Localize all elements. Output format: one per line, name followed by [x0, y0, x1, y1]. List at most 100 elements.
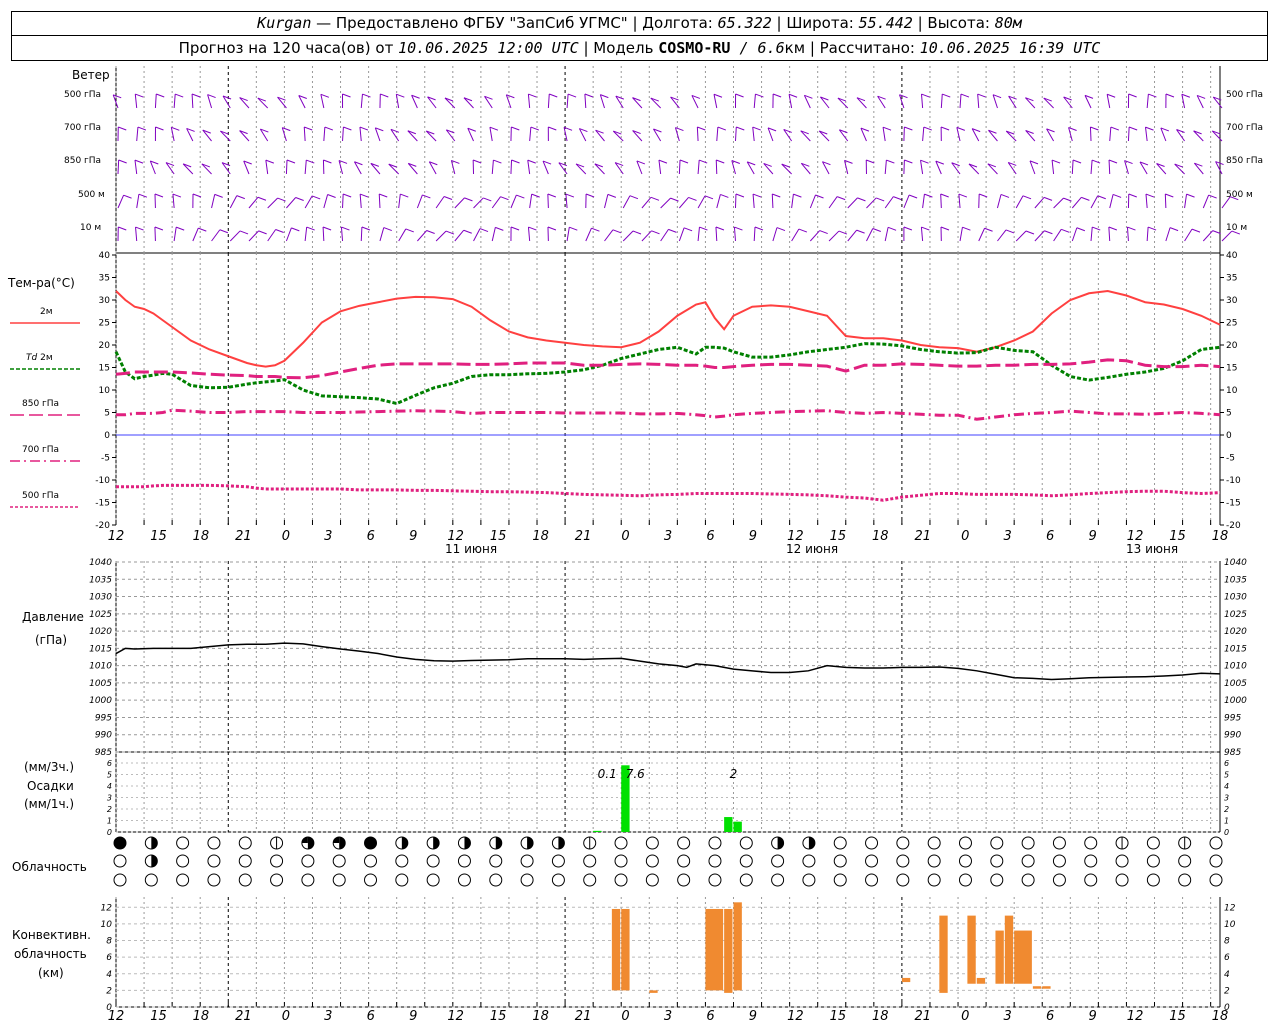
- wind-barb-flag: [134, 159, 144, 164]
- wind-barb: [772, 93, 782, 109]
- wind-barb: [959, 226, 971, 242]
- wind-barb: [267, 229, 284, 242]
- pressure-y-label: 985: [95, 748, 112, 758]
- time-label-bottom: 9: [1088, 1009, 1096, 1024]
- wind-barb: [678, 159, 689, 175]
- wind-barb-flag: [422, 194, 431, 199]
- wind-barb-flag: [342, 93, 351, 98]
- wind-barb-flag: [585, 193, 595, 198]
- wind-barb: [865, 159, 875, 175]
- time-label-top: 6: [1046, 529, 1054, 544]
- wind-barb-staff: [660, 197, 671, 209]
- wind-barb: [220, 130, 231, 142]
- wind-barb: [818, 130, 830, 142]
- wind-barb: [342, 93, 351, 109]
- pressure-y-label-right: 1015: [1224, 644, 1247, 654]
- wind-barb: [987, 163, 998, 175]
- cloud-symbol: [1209, 854, 1223, 868]
- wind-barb-flag: [495, 226, 504, 231]
- pressure-y-label: 1010: [89, 662, 112, 672]
- wind-barb: [658, 159, 668, 175]
- wind-barb-flag: [528, 93, 537, 98]
- temp-series-500 гПа: [116, 483, 1221, 502]
- wind-barb: [595, 129, 605, 142]
- time-label-top: 0: [282, 529, 290, 544]
- wind-barb: [427, 96, 437, 109]
- wind-barb: [154, 126, 164, 142]
- wind-barb-staff: [323, 127, 326, 142]
- wind-barb-staff: [1071, 159, 1074, 175]
- cloud-symbol: [364, 854, 378, 868]
- convective-y-label-right: 2: [1224, 986, 1230, 996]
- wind-barb-flag: [658, 159, 668, 164]
- wind-barb: [154, 93, 165, 109]
- wind-barb: [285, 159, 296, 175]
- pressure-y-label: 1040: [89, 558, 112, 568]
- cloud-symbol: [927, 873, 941, 887]
- cloud-circle: [802, 854, 816, 868]
- wind-barb-flag: [214, 193, 223, 198]
- wind-barb-staff: [733, 227, 736, 242]
- wind-barb-staff: [678, 159, 681, 175]
- cloud-symbol: [802, 836, 816, 850]
- wind-barb: [820, 96, 830, 109]
- wind-barb: [454, 229, 472, 242]
- wind-barb-staff: [1015, 230, 1027, 242]
- wind-barb-flag: [341, 226, 350, 231]
- wind-barb: [229, 195, 245, 209]
- cloud-fill: [777, 837, 784, 849]
- wind-barb: [575, 163, 587, 175]
- wind-barb-staff: [585, 227, 592, 242]
- wind-barb-staff: [491, 227, 496, 242]
- cloud-circle: [958, 836, 972, 850]
- wind-barb-flag: [699, 226, 708, 231]
- wind-barb-staff: [922, 194, 925, 209]
- wind-barb: [243, 160, 252, 175]
- cloud-symbol: [332, 873, 346, 887]
- wind-barb: [903, 194, 918, 209]
- wind-barb-flag: [239, 230, 249, 235]
- wind-barb-staff: [903, 194, 910, 209]
- wind-barb: [1071, 227, 1086, 242]
- wind-barb-flag: [1186, 193, 1195, 198]
- wind-barb-staff: [1090, 160, 1093, 175]
- wind-barb-flag: [607, 193, 617, 198]
- convective-y-label-right: 12: [1224, 903, 1236, 913]
- time-label-top: 15: [830, 529, 847, 544]
- wind-barb-staff: [229, 195, 238, 209]
- cloud-symbol: [426, 854, 440, 868]
- wind-barb-flag: [650, 196, 660, 201]
- wind-barb-staff: [359, 127, 362, 142]
- cloud-symbol: [958, 854, 972, 868]
- convective-y-label: 6: [106, 953, 112, 963]
- cloud-fill: [433, 837, 440, 849]
- wind-barb-staff: [529, 194, 533, 209]
- wind-barb: [136, 193, 148, 209]
- wind-barb-flag: [118, 159, 127, 164]
- wind-barb: [117, 126, 127, 142]
- wind-barb-staff: [716, 194, 721, 209]
- wind-barb-staff: [791, 228, 800, 242]
- wind-barb: [547, 193, 557, 209]
- wind-barb: [653, 128, 662, 142]
- wind-barb: [800, 162, 811, 175]
- temp-y-label-right: 10: [1226, 386, 1238, 396]
- cloud-symbol: [113, 836, 127, 850]
- cloud-circle: [489, 873, 503, 887]
- cloud-symbol: [1052, 854, 1066, 868]
- wind-barb-staff: [527, 94, 531, 109]
- wind-barb: [1202, 230, 1221, 242]
- wind-barb: [322, 226, 332, 242]
- convective-y-label-right: 8: [1224, 937, 1230, 947]
- wind-barb-staff: [547, 193, 549, 209]
- wind-barb: [1108, 159, 1118, 175]
- wind-barb-flag: [734, 226, 743, 231]
- wind-barb: [398, 228, 414, 242]
- cloud-symbol: [1209, 873, 1223, 887]
- wind-barb-flag: [257, 196, 267, 201]
- wind-barb-staff: [1071, 197, 1082, 209]
- cloud-symbol: [238, 854, 252, 868]
- temp-y-label-right: 15: [1226, 364, 1237, 374]
- time-label-bottom: 12: [1127, 1009, 1144, 1024]
- cloud-symbol: [144, 836, 158, 850]
